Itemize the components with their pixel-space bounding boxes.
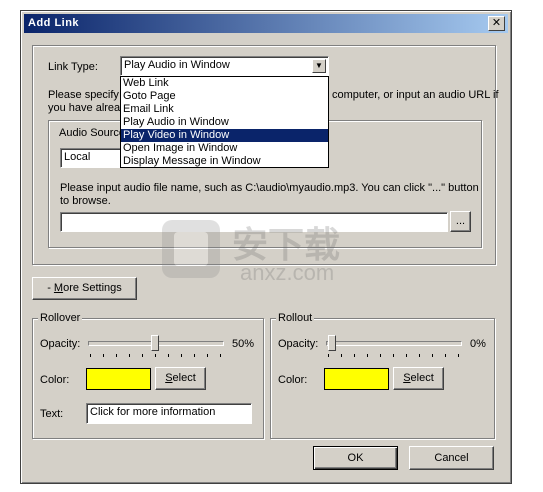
- rollover-text-label: Text:: [40, 408, 64, 420]
- slider-tick: [341, 354, 342, 357]
- rollout-select-label: elect: [410, 372, 434, 384]
- title-bar[interactable]: Add Link ✕: [24, 14, 508, 33]
- audio-source-value: Local: [64, 151, 91, 163]
- rollout-select-mnemonic: S: [403, 372, 411, 384]
- link-type-dropdown-list[interactable]: Web Link Goto Page Email Link Play Audio…: [120, 76, 329, 168]
- slider-tick: [393, 354, 394, 357]
- rollout-opacity-value: 0%: [470, 338, 486, 350]
- link-type-combo[interactable]: Play Audio in Window ▼: [120, 56, 329, 76]
- slider-ticks: [90, 354, 221, 358]
- rollout-color-label: Color:: [278, 374, 308, 386]
- rollout-title: Rollout: [276, 312, 315, 324]
- browse-button[interactable]: ...: [450, 211, 471, 232]
- link-type-value: Play Audio in Window: [124, 59, 230, 71]
- slider-tick: [155, 354, 156, 357]
- rollover-opacity-label: Opacity:: [40, 338, 81, 350]
- slider-tick: [129, 354, 130, 357]
- slider-tick: [380, 354, 381, 357]
- more-settings-button[interactable]: - More Settings: [32, 277, 137, 300]
- slider-tick: [445, 354, 446, 357]
- dropdown-option-email-link[interactable]: Email Link: [121, 103, 328, 116]
- dropdown-option-display-message[interactable]: Display Message in Window: [121, 155, 328, 168]
- rollout-select-button[interactable]: Select: [393, 367, 444, 390]
- dropdown-option-open-image[interactable]: Open Image in Window: [121, 142, 328, 155]
- more-settings-prefix: -: [47, 282, 54, 294]
- close-icon[interactable]: ✕: [488, 16, 505, 31]
- slider-tick: [458, 354, 459, 357]
- slider-tick: [103, 354, 104, 357]
- rollover-color-swatch[interactable]: [86, 368, 151, 390]
- slider-track: [326, 341, 462, 346]
- rollout-opacity-label: Opacity:: [278, 338, 319, 350]
- slider-tick: [194, 354, 195, 357]
- slider-tick: [432, 354, 433, 357]
- dropdown-option-play-video[interactable]: Play Video in Window: [121, 129, 328, 142]
- slider-thumb[interactable]: [328, 335, 336, 351]
- slider-tick: [207, 354, 208, 357]
- instruction-text-right: computer, or input an audio URL if: [332, 89, 499, 101]
- slider-tick: [168, 354, 169, 357]
- link-type-label: Link Type:: [48, 61, 98, 73]
- rollover-title: Rollover: [38, 312, 83, 324]
- slider-ticks: [328, 354, 459, 358]
- slider-tick: [406, 354, 407, 357]
- audio-hint-line2: to browse.: [60, 195, 111, 207]
- slider-tick: [354, 354, 355, 357]
- chevron-down-icon[interactable]: ▼: [312, 59, 326, 73]
- dialog-title: Add Link: [28, 17, 80, 29]
- rollover-select-button[interactable]: Select: [155, 367, 206, 390]
- slider-tick: [419, 354, 420, 357]
- audio-hint-line1: Please input audio file name, such as C:…: [60, 182, 479, 194]
- slider-tick: [367, 354, 368, 357]
- rollover-text-input[interactable]: Click for more information: [86, 403, 252, 424]
- instruction-text-left: Please specify: [48, 89, 119, 101]
- dropdown-option-goto-page[interactable]: Goto Page: [121, 90, 328, 103]
- more-settings-label: ore Settings: [63, 282, 122, 294]
- cancel-button[interactable]: Cancel: [409, 446, 494, 470]
- slider-tick: [328, 354, 329, 357]
- dropdown-option-play-audio[interactable]: Play Audio in Window: [121, 116, 328, 129]
- audio-source-label: Audio Source: [57, 127, 128, 139]
- rollover-select-label: elect: [172, 372, 196, 384]
- slider-tick: [220, 354, 221, 357]
- rollover-text-value: Click for more information: [90, 406, 216, 418]
- audio-source-combo[interactable]: Local: [60, 148, 124, 168]
- dropdown-option-web-link[interactable]: Web Link: [121, 77, 328, 90]
- audio-file-input[interactable]: [60, 212, 448, 232]
- rollover-color-label: Color:: [40, 374, 70, 386]
- ok-button[interactable]: OK: [313, 446, 398, 470]
- slider-thumb[interactable]: [151, 335, 159, 351]
- rollover-opacity-value: 50%: [232, 338, 255, 350]
- rollout-color-swatch[interactable]: [324, 368, 389, 390]
- slider-tick: [116, 354, 117, 357]
- slider-tick: [181, 354, 182, 357]
- rollout-opacity-slider[interactable]: [324, 334, 464, 364]
- rollover-opacity-slider[interactable]: [86, 334, 226, 364]
- slider-tick: [90, 354, 91, 357]
- slider-tick: [142, 354, 143, 357]
- rollover-select-mnemonic: S: [165, 372, 173, 384]
- more-settings-mnemonic: M: [53, 282, 64, 294]
- instruction-text-line2: you have alrea: [48, 102, 121, 114]
